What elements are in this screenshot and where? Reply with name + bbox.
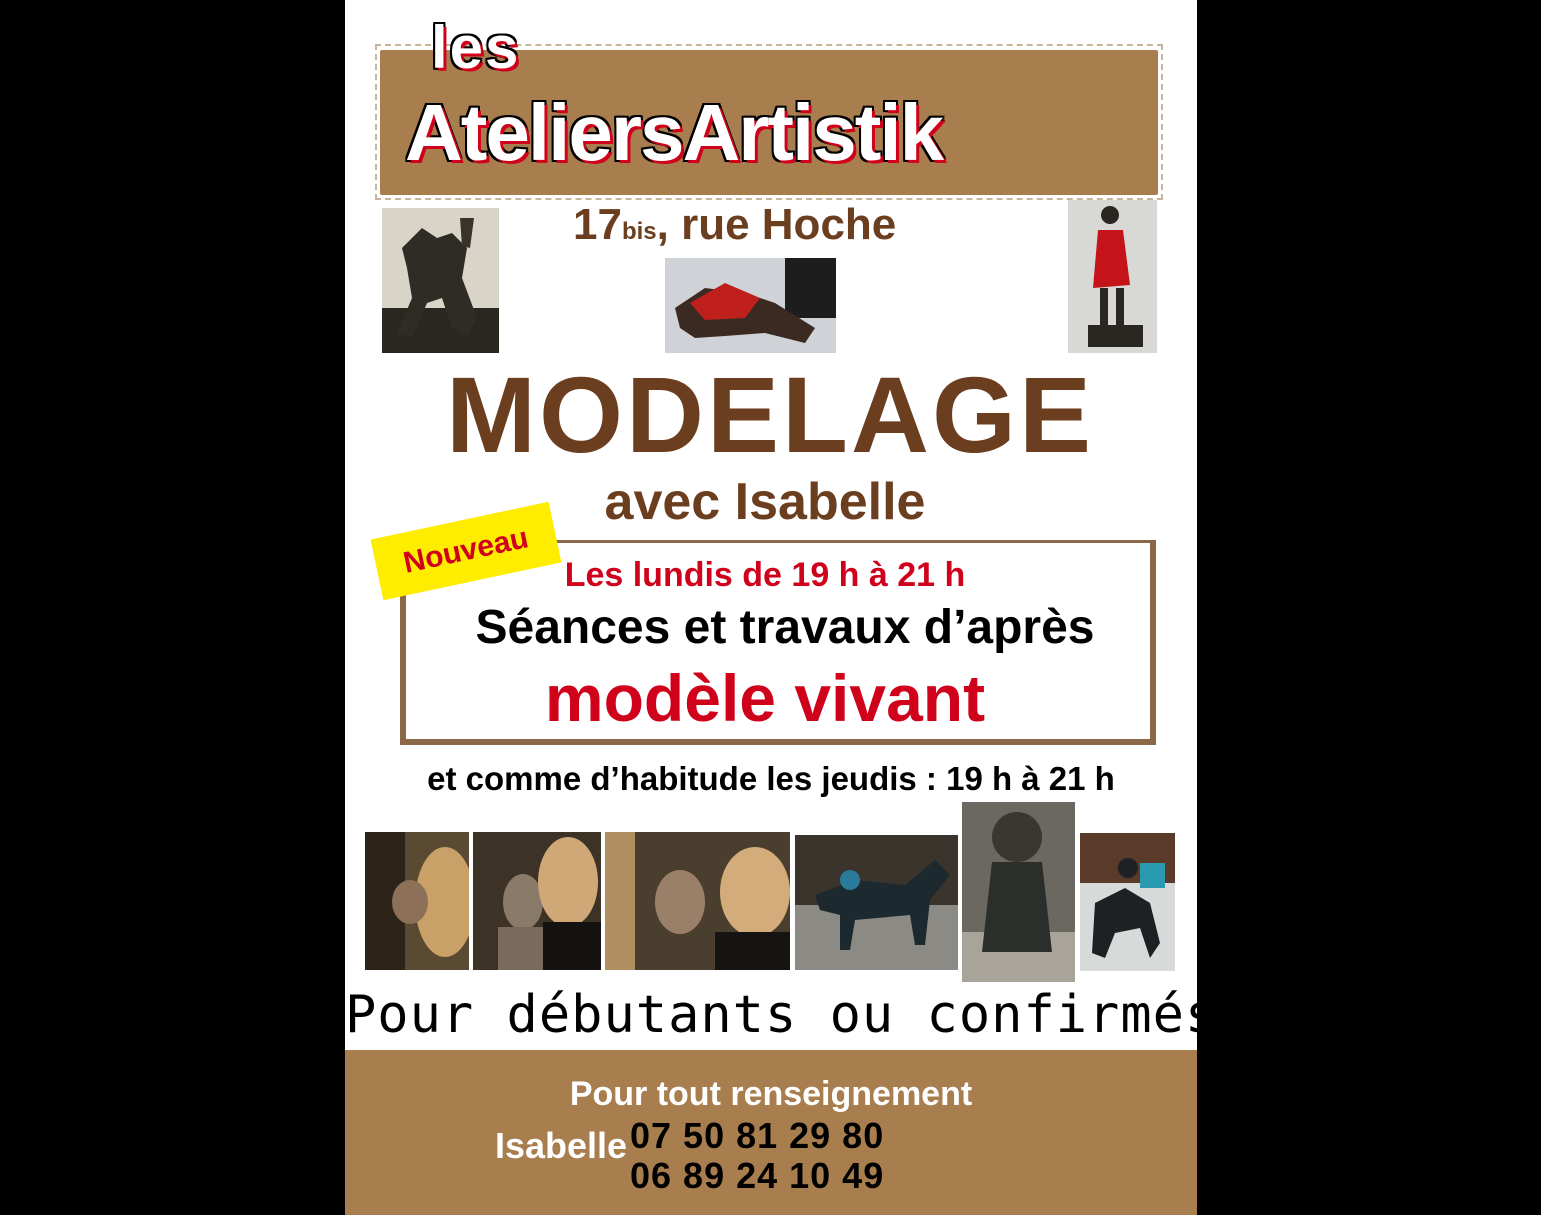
sculptor-working-photo-3 bbox=[605, 832, 790, 970]
subtitle: avec Isabelle bbox=[604, 473, 926, 531]
phone-number-2[interactable]: 06 89 24 10 49 bbox=[630, 1155, 884, 1197]
live-model-text: modèle vivant bbox=[544, 661, 986, 735]
address-number: 17 bbox=[573, 200, 622, 249]
brand-title: AteliersArtistik bbox=[405, 88, 944, 177]
sculptor-working-photo-2 bbox=[473, 832, 601, 970]
thursday-schedule: et comme d’habitude les jeudis : 19 h à … bbox=[427, 760, 1115, 797]
standing-woman-red-dress-sculpture-photo bbox=[1068, 200, 1157, 353]
phone-number-1[interactable]: 07 50 81 29 80 bbox=[630, 1115, 884, 1157]
sculptor-working-photo-1 bbox=[365, 832, 469, 970]
poster: les AteliersArtistik 17bis, rue Hoche MO… bbox=[345, 0, 1197, 1215]
reclining-figure-sculpture-photo bbox=[665, 258, 836, 353]
monday-schedule: Les lundis de 19 h à 21 h bbox=[564, 556, 966, 594]
address-street: , rue Hoche bbox=[656, 200, 897, 249]
seated-figure-sculpture-photo bbox=[962, 802, 1075, 982]
address: 17bis, rue Hoche bbox=[573, 200, 896, 250]
level-text: Pour débutants ou confirmés bbox=[345, 985, 1197, 1045]
info-heading: Pour tout renseignement bbox=[569, 1075, 973, 1113]
contact-name: Isabelle bbox=[495, 1125, 628, 1166]
address-suffix: bis bbox=[621, 218, 657, 245]
sessions-text: Séances et travaux d’après bbox=[475, 601, 1095, 654]
horse-sculpture-photo bbox=[795, 835, 958, 970]
centaur-sculpture-photo bbox=[1080, 833, 1175, 971]
horse-rider-sculpture-photo bbox=[382, 208, 499, 353]
header-les: les bbox=[431, 14, 521, 81]
main-title: MODELAGE bbox=[445, 354, 1094, 475]
